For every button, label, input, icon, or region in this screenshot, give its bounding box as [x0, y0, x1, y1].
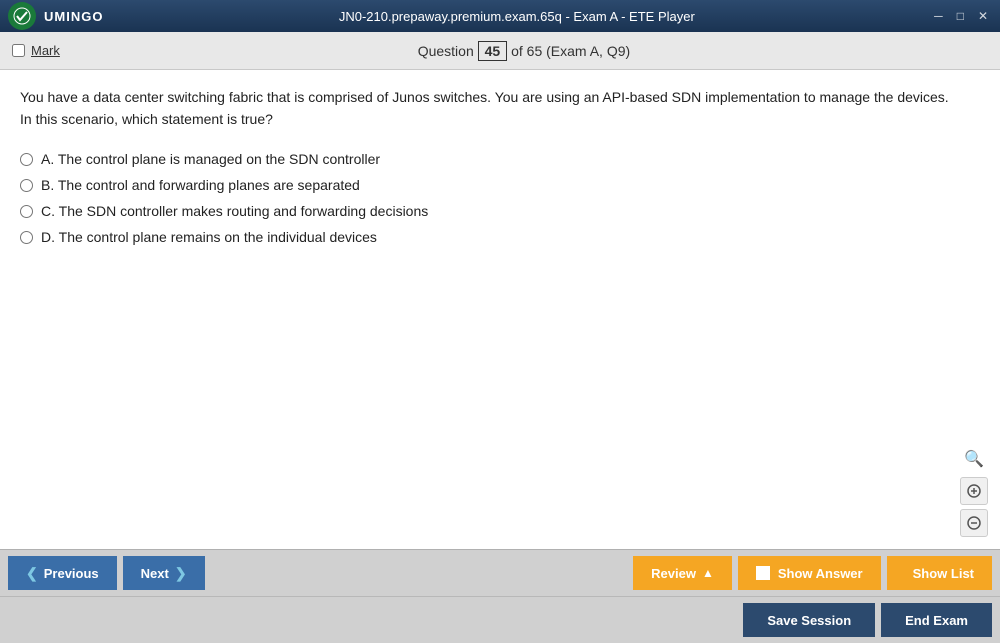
end-exam-button[interactable]: End Exam — [881, 603, 992, 637]
save-session-button[interactable]: Save Session — [743, 603, 875, 637]
question-text: You have a data center switching fabric … — [20, 86, 980, 131]
question-label: Question — [418, 43, 474, 59]
show-answer-button[interactable]: Show Answer — [738, 556, 881, 590]
save-session-label: Save Session — [767, 613, 851, 628]
show-list-label: Show List — [913, 566, 974, 581]
window-title: JN0-210.prepaway.premium.exam.65q - Exam… — [339, 9, 695, 24]
review-label: Review — [651, 566, 696, 581]
option-b-radio[interactable] — [20, 179, 33, 192]
show-answer-label: Show Answer — [778, 566, 863, 581]
previous-label: Previous — [44, 566, 99, 581]
options-list: A. The control plane is managed on the S… — [20, 151, 980, 245]
option-c: C. The SDN controller makes routing and … — [20, 203, 980, 219]
question-info: Question 45 of 65 (Exam A, Q9) — [60, 41, 988, 61]
zoom-in-button[interactable] — [960, 477, 988, 505]
close-button[interactable]: ✕ — [974, 9, 992, 23]
title-bar-left: UMINGO — [8, 2, 103, 30]
question-number: 45 — [478, 41, 508, 61]
title-bar: UMINGO JN0-210.prepaway.premium.exam.65q… — [0, 0, 1000, 32]
search-icon[interactable]: 🔍 — [960, 445, 988, 473]
mark-label[interactable]: Mark — [31, 43, 60, 58]
mark-checkbox[interactable] — [12, 44, 25, 57]
review-dropdown-icon: ▲ — [702, 566, 714, 580]
option-c-radio[interactable] — [20, 205, 33, 218]
option-a-label: A. The control plane is managed on the S… — [41, 151, 380, 167]
show-answer-icon — [756, 566, 770, 580]
previous-arrow-icon: ❮ — [26, 565, 38, 582]
mark-checkbox-container: Mark — [12, 43, 60, 58]
option-a-radio[interactable] — [20, 153, 33, 166]
bottom-nav-bar: ❮ Previous Next ❯ Review ▲ Show Answer S… — [0, 549, 1000, 596]
zoom-out-button[interactable] — [960, 509, 988, 537]
option-d-radio[interactable] — [20, 231, 33, 244]
option-b: B. The control and forwarding planes are… — [20, 177, 980, 193]
option-d-label: D. The control plane remains on the indi… — [41, 229, 377, 245]
logo-icon — [8, 2, 36, 30]
next-arrow-icon: ❯ — [175, 565, 187, 582]
logo-text: UMINGO — [44, 9, 103, 24]
window-controls[interactable]: ─ □ ✕ — [930, 9, 992, 23]
maximize-button[interactable]: □ — [953, 9, 968, 23]
end-exam-label: End Exam — [905, 613, 968, 628]
option-c-label: C. The SDN controller makes routing and … — [41, 203, 428, 219]
question-text-line2: In this scenario, which statement is tru… — [20, 111, 273, 127]
bottom-action-bar: Save Session End Exam — [0, 596, 1000, 643]
previous-button[interactable]: ❮ Previous — [8, 556, 117, 590]
show-list-button[interactable]: Show List — [887, 556, 992, 590]
minimize-button[interactable]: ─ — [930, 9, 947, 23]
content-area: You have a data center switching fabric … — [0, 70, 1000, 549]
option-a: A. The control plane is managed on the S… — [20, 151, 980, 167]
question-text-line1: You have a data center switching fabric … — [20, 89, 949, 105]
zoom-controls: 🔍 — [960, 445, 988, 537]
review-button[interactable]: Review ▲ — [633, 556, 732, 590]
toolbar: Mark Question 45 of 65 (Exam A, Q9) — [0, 32, 1000, 70]
next-label: Next — [141, 566, 169, 581]
question-total: of 65 (Exam A, Q9) — [511, 43, 630, 59]
next-button[interactable]: Next ❯ — [123, 556, 205, 590]
option-d: D. The control plane remains on the indi… — [20, 229, 980, 245]
option-b-label: B. The control and forwarding planes are… — [41, 177, 360, 193]
